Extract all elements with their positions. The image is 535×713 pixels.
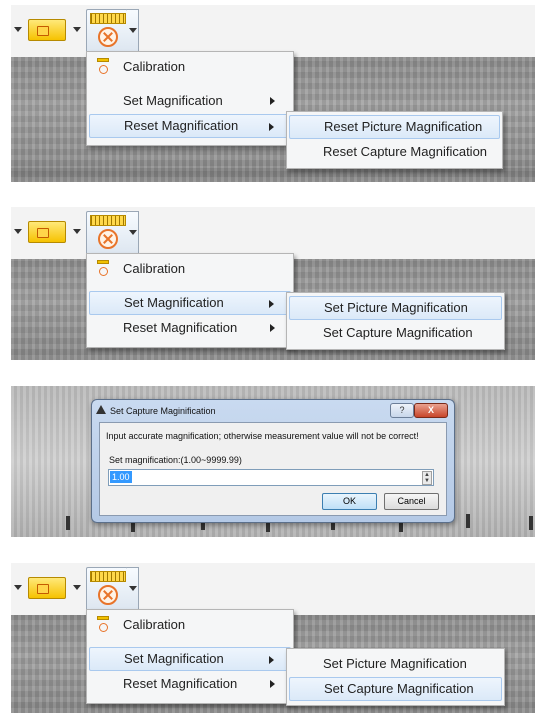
ruler-icon[interactable] xyxy=(28,19,66,41)
cancel-button[interactable]: Cancel xyxy=(384,493,439,510)
dropdown-arrow-icon[interactable] xyxy=(14,229,22,234)
calibration-icon xyxy=(98,229,118,249)
menu-item-set-picture[interactable]: Set Picture Magnification xyxy=(289,296,502,320)
menu-item-reset-magnification[interactable]: Reset Magnification xyxy=(89,672,291,696)
calibration-menu: Calibration Set Magnification Reset Magn… xyxy=(86,253,294,348)
menu-item-label: Calibration xyxy=(123,617,186,632)
set-capture-magnification-dialog: Set Capture Maginification ? X Input acc… xyxy=(91,399,455,523)
menu-item-label: Reset Magnification xyxy=(124,118,239,133)
ruler-icon[interactable] xyxy=(28,577,66,599)
dropdown-arrow-icon xyxy=(129,586,137,591)
menu-item-set-picture[interactable]: Set Picture Magnification xyxy=(289,652,502,676)
submenu-arrow-icon xyxy=(269,656,274,664)
submenu-arrow-icon xyxy=(269,123,274,131)
calibration-tool-button[interactable] xyxy=(86,211,128,255)
panel-reset-picture: Calibration Set Magnification Reset Magn… xyxy=(11,5,535,182)
dialog-app-icon xyxy=(96,405,106,414)
spinner-icon[interactable]: ▲ ▼ xyxy=(422,471,432,485)
panel-set-capture: Calibration Set Magnification Reset Magn… xyxy=(11,563,535,713)
ok-button[interactable]: OK xyxy=(322,493,377,510)
range-label: Set magnification:(1.00~9999.99) xyxy=(109,455,242,465)
dropdown-arrow-icon[interactable] xyxy=(73,27,81,32)
menu-item-label: Set Magnification xyxy=(124,295,224,310)
menu-item-calibration[interactable]: Calibration xyxy=(89,257,291,281)
menu-item-set-capture[interactable]: Set Capture Magnification xyxy=(289,321,502,345)
panel-set-picture: Calibration Set Magnification Reset Magn… xyxy=(11,207,535,360)
menu-item-set-magnification[interactable]: Set Magnification xyxy=(89,647,291,671)
menu-item-label: Reset Magnification xyxy=(123,320,238,335)
set-magnification-submenu: Set Picture Magnification Set Capture Ma… xyxy=(286,648,505,706)
dialog-body: Input accurate magnification; otherwise … xyxy=(99,422,447,516)
menu-item-reset-picture[interactable]: Reset Picture Magnification xyxy=(289,115,500,139)
dropdown-arrow-icon[interactable] xyxy=(73,229,81,234)
menu-item-label: Reset Magnification xyxy=(123,676,238,691)
panel-capture-dialog: Set Capture Maginification ? X Input acc… xyxy=(11,386,535,537)
dropdown-arrow-icon xyxy=(129,230,137,235)
menu-item-label: Set Magnification xyxy=(124,651,224,666)
calibration-icon xyxy=(98,585,118,605)
warning-message: Input accurate magnification; otherwise … xyxy=(106,431,419,441)
menu-item-calibration[interactable]: Calibration xyxy=(89,613,291,637)
menu-item-label: Set Picture Magnification xyxy=(324,300,468,315)
menu-item-label: Set Capture Magnification xyxy=(323,325,473,340)
calibration-icon xyxy=(98,27,118,47)
menu-item-label: Set Picture Magnification xyxy=(323,656,467,671)
dropdown-arrow-icon[interactable] xyxy=(14,27,22,32)
calibration-tool-button[interactable] xyxy=(86,9,128,53)
calibration-menu: Calibration Set Magnification Reset Magn… xyxy=(86,51,294,146)
set-magnification-submenu: Set Picture Magnification Set Capture Ma… xyxy=(286,292,505,350)
calibration-dropdown-button[interactable] xyxy=(127,211,139,255)
dropdown-arrow-icon[interactable] xyxy=(73,585,81,590)
magnification-value: 1.00 xyxy=(110,471,132,483)
menu-item-reset-capture[interactable]: Reset Capture Magnification xyxy=(289,140,500,164)
close-button[interactable]: X xyxy=(414,403,448,418)
calibration-icon xyxy=(97,58,109,74)
calibration-menu: Calibration Set Magnification Reset Magn… xyxy=(86,609,294,704)
menu-item-set-capture[interactable]: Set Capture Magnification xyxy=(289,677,502,701)
submenu-arrow-icon xyxy=(270,324,275,332)
menu-item-set-magnification[interactable]: Set Magnification xyxy=(89,89,291,113)
submenu-arrow-icon xyxy=(270,680,275,688)
menu-item-calibration[interactable]: Calibration xyxy=(89,55,291,79)
dialog-title: Set Capture Maginification xyxy=(110,406,216,416)
submenu-arrow-icon xyxy=(270,97,275,105)
menu-item-reset-magnification[interactable]: Reset Magnification xyxy=(89,114,291,138)
calibration-dropdown-button[interactable] xyxy=(127,9,139,53)
menu-item-reset-magnification[interactable]: Reset Magnification xyxy=(89,316,291,340)
menu-item-set-magnification[interactable]: Set Magnification xyxy=(89,291,291,315)
menu-item-label: Set Capture Magnification xyxy=(324,681,474,696)
submenu-arrow-icon xyxy=(269,300,274,308)
reset-magnification-submenu: Reset Picture Magnification Reset Captur… xyxy=(286,111,503,169)
magnification-input[interactable]: 1.00 ▲ ▼ xyxy=(108,469,434,486)
menu-item-label: Reset Picture Magnification xyxy=(324,119,483,134)
calibration-tool-button[interactable] xyxy=(86,567,128,611)
menu-item-label: Set Magnification xyxy=(123,93,223,108)
ruler-icon[interactable] xyxy=(28,221,66,243)
calibration-icon xyxy=(97,616,109,632)
menu-item-label: Reset Capture Magnification xyxy=(323,144,488,159)
menu-item-label: Calibration xyxy=(123,261,186,276)
calibration-dropdown-button[interactable] xyxy=(127,567,139,611)
dropdown-arrow-icon[interactable] xyxy=(14,585,22,590)
help-button[interactable]: ? xyxy=(390,403,414,418)
dropdown-arrow-icon xyxy=(129,28,137,33)
menu-item-label: Calibration xyxy=(123,59,186,74)
calibration-icon xyxy=(97,260,109,276)
